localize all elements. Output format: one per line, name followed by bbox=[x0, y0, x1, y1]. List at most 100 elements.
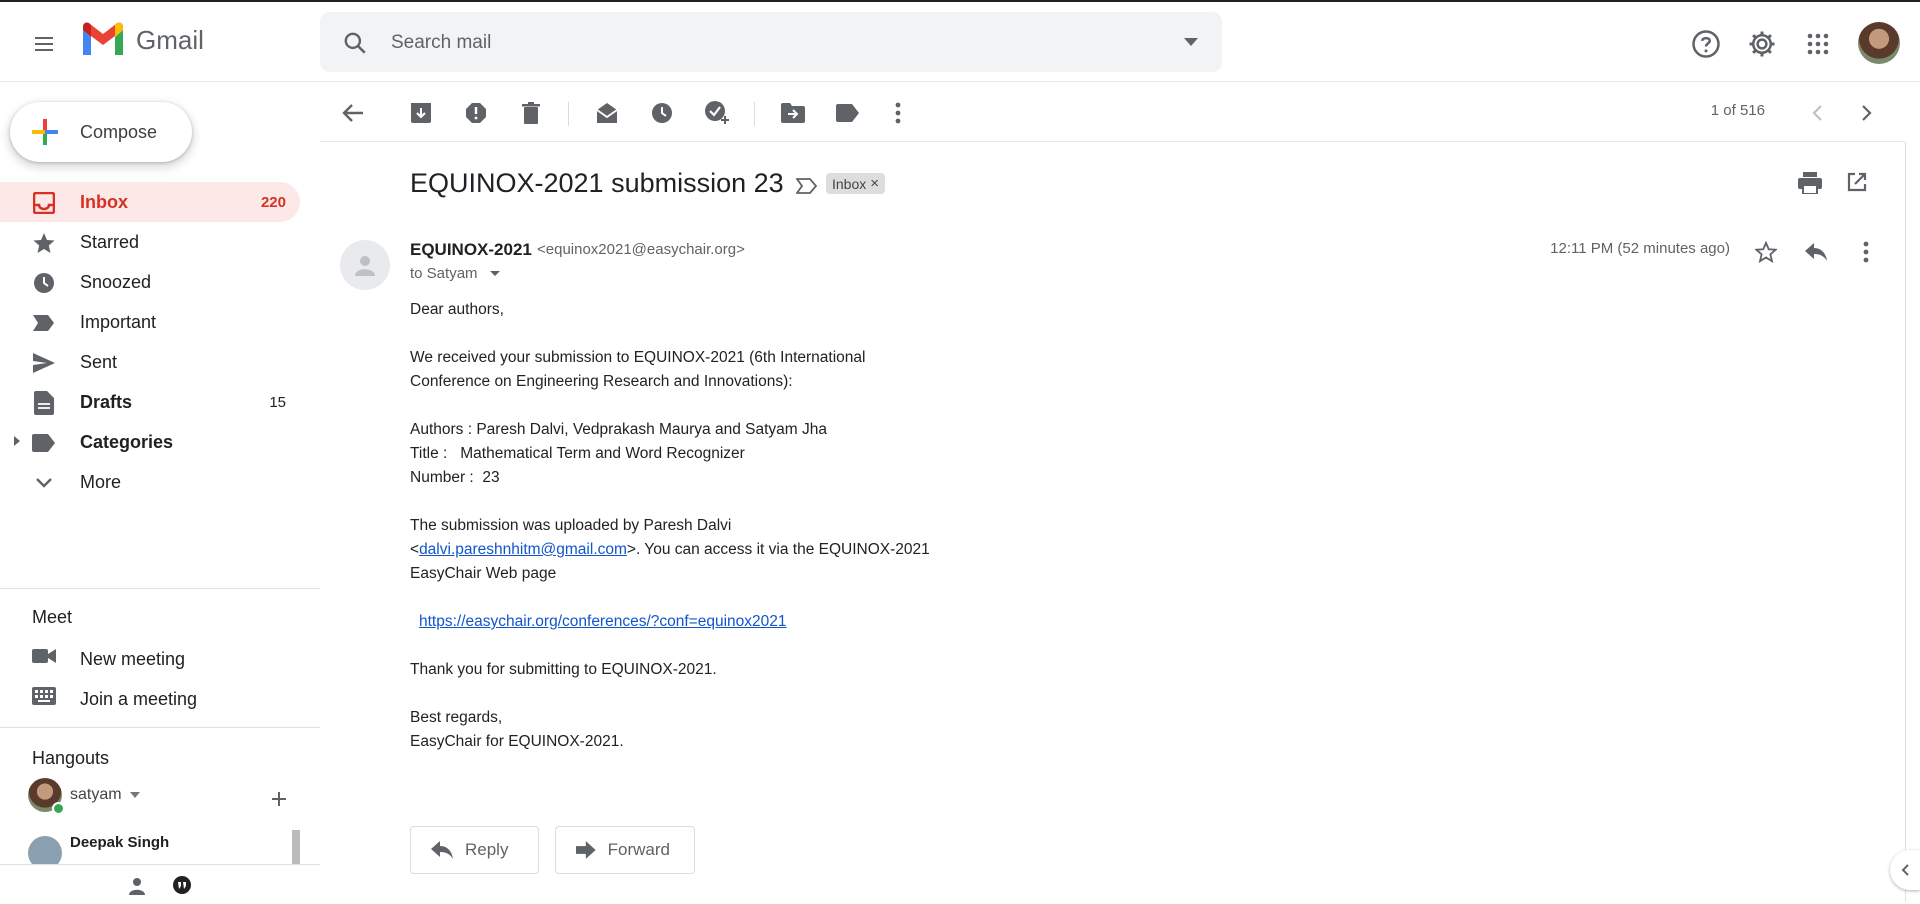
move-to-folder-icon bbox=[781, 103, 805, 123]
search-options-icon[interactable] bbox=[1184, 38, 1198, 46]
compose-button[interactable]: Compose bbox=[10, 102, 192, 162]
app-name: Gmail bbox=[136, 24, 204, 55]
remove-label-icon[interactable]: × bbox=[870, 175, 879, 192]
toolbar-separator bbox=[754, 102, 755, 126]
body-blank bbox=[410, 682, 1210, 706]
chevron-down-icon bbox=[32, 471, 56, 495]
move-to-button[interactable] bbox=[780, 100, 806, 126]
clock-icon bbox=[32, 271, 56, 295]
sidebar-divider bbox=[0, 588, 320, 589]
more-vert-icon bbox=[895, 102, 901, 124]
sidebar-item-categories[interactable]: Categories bbox=[0, 422, 300, 462]
sidebar-item-drafts[interactable]: Drafts 15 bbox=[0, 382, 300, 422]
hangouts-user[interactable]: satyam bbox=[28, 778, 140, 815]
body-line-with-link: https://easychair.org/conferences/?conf=… bbox=[410, 610, 1210, 634]
inbox-label-chip: Inbox × bbox=[826, 173, 886, 194]
sidebar-item-label: Inbox bbox=[80, 191, 128, 212]
body-text: < bbox=[410, 541, 420, 558]
sidebar-item-label: Categories bbox=[80, 431, 174, 452]
trash-icon bbox=[522, 102, 540, 124]
keyboard-icon bbox=[32, 687, 56, 710]
forward-button[interactable]: Forward bbox=[555, 826, 695, 874]
search-bar[interactable]: Search mail bbox=[320, 12, 1222, 72]
avatar bbox=[28, 778, 65, 815]
back-button[interactable] bbox=[340, 100, 366, 126]
label-icon bbox=[32, 431, 56, 455]
hamburger-menu-icon bbox=[35, 37, 53, 51]
body-line: The submission was uploaded by Paresh Da… bbox=[410, 517, 732, 534]
mark-unread-button[interactable] bbox=[594, 100, 620, 126]
chevron-down-icon[interactable] bbox=[129, 792, 140, 798]
join-meeting-label: Join a meeting bbox=[80, 688, 198, 709]
sidebar-item-snoozed[interactable]: Snoozed bbox=[0, 262, 300, 302]
send-icon bbox=[32, 351, 56, 375]
sidebar-item-sent[interactable]: Sent bbox=[0, 342, 300, 382]
help-button[interactable] bbox=[1688, 26, 1724, 62]
sidebar-item-starred[interactable]: Starred bbox=[0, 222, 300, 262]
apps-grid-icon bbox=[1807, 33, 1829, 55]
sidebar-item-label: Drafts bbox=[80, 391, 133, 412]
email-body: Dear authors, We received your submissio… bbox=[410, 298, 1210, 754]
chevron-left-icon bbox=[1812, 105, 1822, 121]
sender-avatar[interactable] bbox=[340, 240, 390, 290]
search-input[interactable]: Search mail bbox=[391, 32, 491, 54]
gmail-m-icon bbox=[83, 22, 123, 55]
label-icon bbox=[836, 104, 859, 122]
side-panel-toggle[interactable] bbox=[1890, 850, 1920, 890]
new-meeting-link[interactable]: New meeting bbox=[0, 639, 300, 679]
chevron-left-icon bbox=[1901, 864, 1909, 876]
main-menu-button[interactable] bbox=[24, 24, 64, 64]
important-marker-icon[interactable] bbox=[796, 178, 818, 194]
hangouts-bottom-bar bbox=[0, 864, 320, 904]
join-meeting-link[interactable]: Join a meeting bbox=[0, 679, 300, 719]
labels-button[interactable] bbox=[835, 100, 861, 126]
delete-button[interactable] bbox=[518, 100, 544, 126]
conference-url-link[interactable]: https://easychair.org/conferences/?conf=… bbox=[419, 613, 787, 630]
search-icon[interactable] bbox=[342, 30, 368, 56]
account-avatar[interactable] bbox=[1858, 22, 1900, 64]
body-line: EasyChair for EQUINOX-2021. bbox=[410, 733, 624, 750]
snooze-button[interactable] bbox=[649, 100, 675, 126]
gear-icon bbox=[1749, 31, 1775, 57]
star-button[interactable] bbox=[1752, 238, 1780, 266]
sender-email: <equinox2021@easychair.org> bbox=[537, 241, 745, 258]
reply-button[interactable]: Reply bbox=[410, 826, 539, 874]
body-blank bbox=[410, 634, 1210, 658]
gmail-logo[interactable]: Gmail bbox=[80, 22, 204, 58]
print-icon[interactable] bbox=[1798, 172, 1822, 194]
hangouts-chat-icon[interactable] bbox=[171, 875, 193, 897]
body-line: Number : 23 bbox=[410, 469, 500, 486]
sidebar-item-label: More bbox=[80, 471, 122, 492]
add-to-tasks-button[interactable] bbox=[704, 100, 730, 126]
sidebar-item-label: Starred bbox=[80, 231, 140, 252]
forward-label: Forward bbox=[607, 840, 670, 859]
apps-button[interactable] bbox=[1800, 26, 1836, 62]
recipient-line[interactable]: to Satyam bbox=[410, 265, 500, 282]
report-spam-icon bbox=[466, 103, 486, 123]
add-contact-icon[interactable] bbox=[270, 790, 288, 808]
reply-icon-button[interactable] bbox=[1802, 238, 1830, 266]
report-spam-button[interactable] bbox=[463, 100, 489, 126]
message-scrollbar[interactable] bbox=[1905, 142, 1920, 902]
sidebar-item-inbox[interactable]: Inbox 220 bbox=[0, 182, 300, 222]
settings-button[interactable] bbox=[1744, 26, 1780, 62]
sidebar-item-important[interactable]: Important bbox=[0, 302, 300, 342]
sender-name[interactable]: EQUINOX-2021 bbox=[410, 240, 532, 260]
open-new-window-icon[interactable] bbox=[1847, 172, 1867, 192]
older-button[interactable] bbox=[1854, 100, 1880, 126]
sidebar-item-more[interactable]: More bbox=[0, 462, 300, 502]
person-icon[interactable] bbox=[128, 877, 146, 895]
body-text: >. You can access it via the EQUINOX-202… bbox=[626, 541, 930, 558]
unread-count: 220 bbox=[260, 193, 286, 211]
show-details-icon[interactable] bbox=[489, 271, 500, 276]
reply-label: Reply bbox=[465, 840, 509, 859]
message-more-button[interactable] bbox=[1852, 238, 1880, 266]
more-actions-button[interactable] bbox=[885, 100, 911, 126]
recipient-text: to Satyam bbox=[410, 265, 478, 282]
archive-button[interactable] bbox=[408, 100, 434, 126]
arrow-back-icon bbox=[342, 104, 363, 122]
expand-caret-icon[interactable] bbox=[14, 436, 20, 446]
uploader-email-link[interactable]: dalvi.pareshnhitm@gmail.com bbox=[419, 541, 627, 558]
add-task-icon bbox=[705, 101, 729, 124]
newer-button[interactable] bbox=[1804, 100, 1830, 126]
